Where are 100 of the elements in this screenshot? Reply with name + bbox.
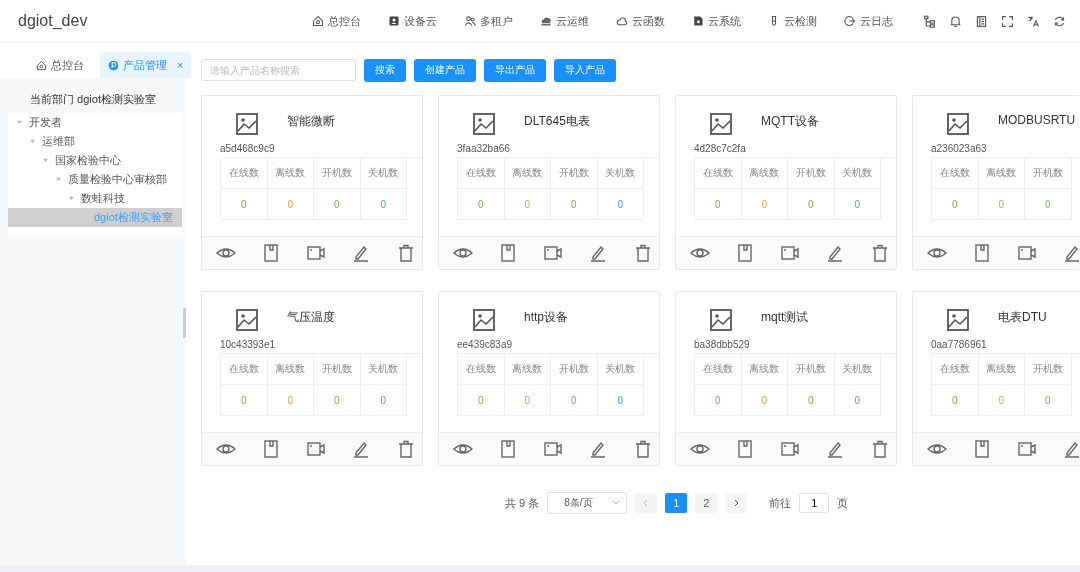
table-cell: 0 xyxy=(267,189,314,220)
edit-icon[interactable] xyxy=(825,243,845,263)
goto-label: 前往 xyxy=(769,495,792,511)
fullscreen-icon[interactable] xyxy=(1001,14,1014,28)
video-icon[interactable] xyxy=(1017,439,1037,459)
document-icon[interactable] xyxy=(735,439,755,459)
table-header-cell: 关机数 xyxy=(360,354,407,385)
p-badge-icon xyxy=(108,59,119,71)
edit-icon[interactable] xyxy=(1062,243,1080,263)
table-cell: 0 xyxy=(932,189,979,220)
splitter-handle[interactable] xyxy=(183,308,186,338)
document-icon[interactable] xyxy=(735,243,755,263)
table-header-cell: 离线数 xyxy=(504,158,551,189)
table-header-cell: 离线数 xyxy=(504,354,551,385)
tree-node[interactable]: 质量检验中心审核部 xyxy=(8,170,182,189)
translate-icon[interactable] xyxy=(1027,14,1040,28)
edit-icon[interactable] xyxy=(588,243,608,263)
nav-link[interactable]: 云日志 xyxy=(844,13,893,29)
table-header-cell: 关机数 xyxy=(834,354,881,385)
table-header-cell: 在线数 xyxy=(932,158,979,189)
tab[interactable]: 总控台 xyxy=(28,52,92,78)
tree-node[interactable]: 运维部 xyxy=(8,132,182,151)
refresh-icon[interactable] xyxy=(1053,14,1066,28)
table-cell: 0 xyxy=(741,385,788,416)
document-icon[interactable] xyxy=(972,439,992,459)
nav-link[interactable]: 云函数 xyxy=(616,13,665,29)
trash-icon[interactable] xyxy=(870,439,890,459)
table-header-cell: 关机数 xyxy=(834,158,881,189)
table-header-cell: 关机数 xyxy=(597,354,644,385)
image-placeholder-icon xyxy=(235,308,259,332)
tree-node[interactable]: 数蛙科技 xyxy=(8,189,182,208)
table-header-cell: 开机数 xyxy=(314,158,361,189)
table-cell: 0 xyxy=(221,189,268,220)
page-number[interactable]: 2 xyxy=(695,493,718,513)
book-icon[interactable] xyxy=(975,14,988,28)
video-icon[interactable] xyxy=(306,439,326,459)
table-cell: 0 xyxy=(221,385,268,416)
chevron-down-icon xyxy=(612,499,621,507)
table-cell: 0 xyxy=(551,189,598,220)
table-header-cell: 关机数 xyxy=(360,158,407,189)
video-icon[interactable] xyxy=(543,243,563,263)
trash-icon[interactable] xyxy=(633,243,653,263)
table-header-cell: 在线数 xyxy=(458,158,505,189)
video-icon[interactable] xyxy=(780,243,800,263)
video-icon[interactable] xyxy=(306,243,326,263)
edit-icon[interactable] xyxy=(588,439,608,459)
video-icon[interactable] xyxy=(1017,243,1037,263)
trash-icon[interactable] xyxy=(633,439,653,459)
product-name: 电表DTU xyxy=(998,309,1047,326)
nav-link[interactable]: 云检测 xyxy=(768,13,817,29)
trash-icon[interactable] xyxy=(396,439,416,459)
trash-icon[interactable] xyxy=(870,243,890,263)
product-name: 气压温度 xyxy=(287,309,335,326)
table-cell: 0 xyxy=(597,385,644,416)
product-name: DLT645电表 xyxy=(524,113,590,130)
tree-node[interactable]: 国家检验中心 xyxy=(8,151,182,170)
users-icon xyxy=(464,15,476,27)
product-id: 3faa32ba66 xyxy=(457,143,511,154)
table-cell: 0 xyxy=(360,385,407,416)
nav-link[interactable]: 云运维 xyxy=(540,13,589,29)
nav-link[interactable]: 多租户 xyxy=(464,13,513,29)
logout-icon xyxy=(844,15,856,27)
product-name: http设备 xyxy=(524,309,568,326)
document-icon[interactable] xyxy=(498,243,518,263)
app-logo-text: dgiot_dev xyxy=(18,12,89,30)
edit-icon[interactable] xyxy=(351,243,371,263)
trash-icon[interactable] xyxy=(396,243,416,263)
table-header-cell: 在线数 xyxy=(221,354,268,385)
document-icon[interactable] xyxy=(498,439,518,459)
bell-icon[interactable] xyxy=(949,14,962,28)
document-icon[interactable] xyxy=(261,243,281,263)
table-cell: 0 xyxy=(458,385,505,416)
sitemap-icon[interactable] xyxy=(923,14,936,28)
home-icon xyxy=(312,15,324,27)
table-cell: 0 xyxy=(267,385,314,416)
document-icon[interactable] xyxy=(261,439,281,459)
product-name: MQTT设备 xyxy=(761,113,819,130)
product-id: ba38dbb529 xyxy=(694,339,751,350)
edit-icon[interactable] xyxy=(1062,439,1080,459)
video-icon[interactable] xyxy=(780,439,800,459)
document-icon[interactable] xyxy=(972,243,992,263)
nav-link[interactable]: 云系统 xyxy=(692,13,741,29)
table-cell: 0 xyxy=(978,189,1025,220)
page-size-select[interactable]: 8条/页 xyxy=(547,492,628,514)
table-header-cell: 在线数 xyxy=(695,354,742,385)
tree-node[interactable]: 开发者 xyxy=(8,113,182,132)
edit-icon[interactable] xyxy=(825,439,845,459)
edit-icon[interactable] xyxy=(351,439,371,459)
department-label: 当前部门 dgiot检测实验室 xyxy=(29,92,157,107)
nav-link[interactable]: 总控台 xyxy=(312,13,361,29)
product-id: ee439c83a9 xyxy=(457,339,514,350)
table-cell: 0 xyxy=(788,189,835,220)
table-cell: 0 xyxy=(360,189,407,220)
nav-link[interactable]: 设备云 xyxy=(388,13,437,29)
table-cell: 0 xyxy=(695,189,742,220)
table-header-cell: 关机数 xyxy=(597,158,644,189)
page-input-field[interactable]: 1 xyxy=(799,493,830,513)
video-icon[interactable] xyxy=(543,439,563,459)
table-header-cell: 离线数 xyxy=(267,158,314,189)
image-placeholder-icon xyxy=(472,308,496,332)
